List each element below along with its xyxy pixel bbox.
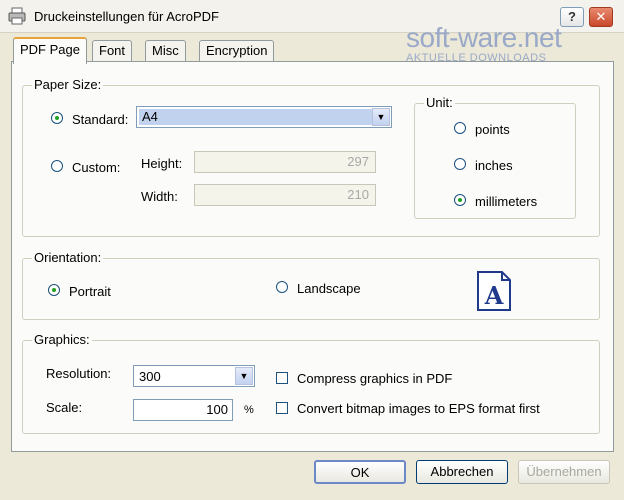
unit-millimeters-radio[interactable] [454, 194, 466, 206]
height-field[interactable]: 297 [194, 151, 376, 173]
convert-bitmap-label: Convert bitmap images to EPS format firs… [297, 401, 540, 416]
resolution-select[interactable]: 300 ▼ [133, 365, 255, 387]
paper-size-select[interactable]: A4 ▼ [136, 106, 392, 128]
standard-label: Standard: [72, 112, 129, 127]
tab-encryption[interactable]: Encryption [199, 40, 275, 61]
printer-icon [8, 7, 26, 25]
graphics-group [22, 340, 600, 434]
help-button[interactable]: ? [560, 7, 584, 27]
custom-label: Custom: [72, 160, 121, 175]
window-title: Druckeinstellungen für AcroPDF [34, 9, 219, 24]
custom-radio[interactable] [51, 160, 63, 172]
paper-size-title: Paper Size: [32, 77, 104, 92]
paper-size-value: A4 [139, 109, 372, 125]
graphics-title: Graphics: [32, 332, 92, 347]
chevron-down-icon[interactable]: ▼ [235, 367, 253, 385]
width-field[interactable]: 210 [194, 184, 376, 206]
close-button[interactable]: ✕ [589, 7, 613, 27]
unit-title: Unit: [424, 95, 455, 110]
chevron-down-icon[interactable]: ▼ [372, 108, 390, 126]
scale-field[interactable]: 100 [133, 399, 233, 421]
landscape-label: Landscape [297, 281, 361, 296]
ok-button[interactable]: OK [314, 460, 406, 484]
unit-inches-radio[interactable] [454, 158, 466, 170]
portrait-radio[interactable] [48, 284, 60, 296]
portrait-label: Portrait [69, 284, 111, 299]
standard-radio[interactable] [51, 112, 63, 124]
unit-millimeters-label: millimeters [475, 194, 538, 209]
portrait-page-icon: A [477, 271, 511, 311]
compress-graphics-label: Compress graphics in PDF [297, 371, 453, 386]
unit-points-label: points [475, 122, 510, 137]
apply-button[interactable]: Übernehmen [518, 460, 610, 484]
tab-misc[interactable]: Misc [145, 40, 186, 61]
scale-unit: % [244, 404, 254, 416]
tab-pdf-page[interactable]: PDF Page [13, 37, 87, 64]
width-label: Width: [141, 189, 178, 204]
height-label: Height: [141, 156, 183, 171]
tab-font[interactable]: Font [92, 40, 133, 61]
resolution-label: Resolution: [46, 366, 112, 381]
convert-bitmap-checkbox[interactable] [276, 402, 288, 414]
cancel-button[interactable]: Abbrechen [416, 460, 508, 484]
landscape-radio[interactable] [276, 281, 288, 293]
orientation-title: Orientation: [32, 250, 104, 265]
compress-graphics-checkbox[interactable] [276, 372, 288, 384]
unit-inches-label: inches [475, 158, 513, 173]
portrait-page-letter: A [484, 281, 504, 310]
scale-label: Scale: [46, 400, 83, 415]
resolution-value: 300 [139, 369, 161, 384]
watermark-logo: soft-ware.net [406, 22, 562, 53]
unit-points-radio[interactable] [454, 122, 466, 134]
close-icon: ✕ [595, 9, 607, 24]
